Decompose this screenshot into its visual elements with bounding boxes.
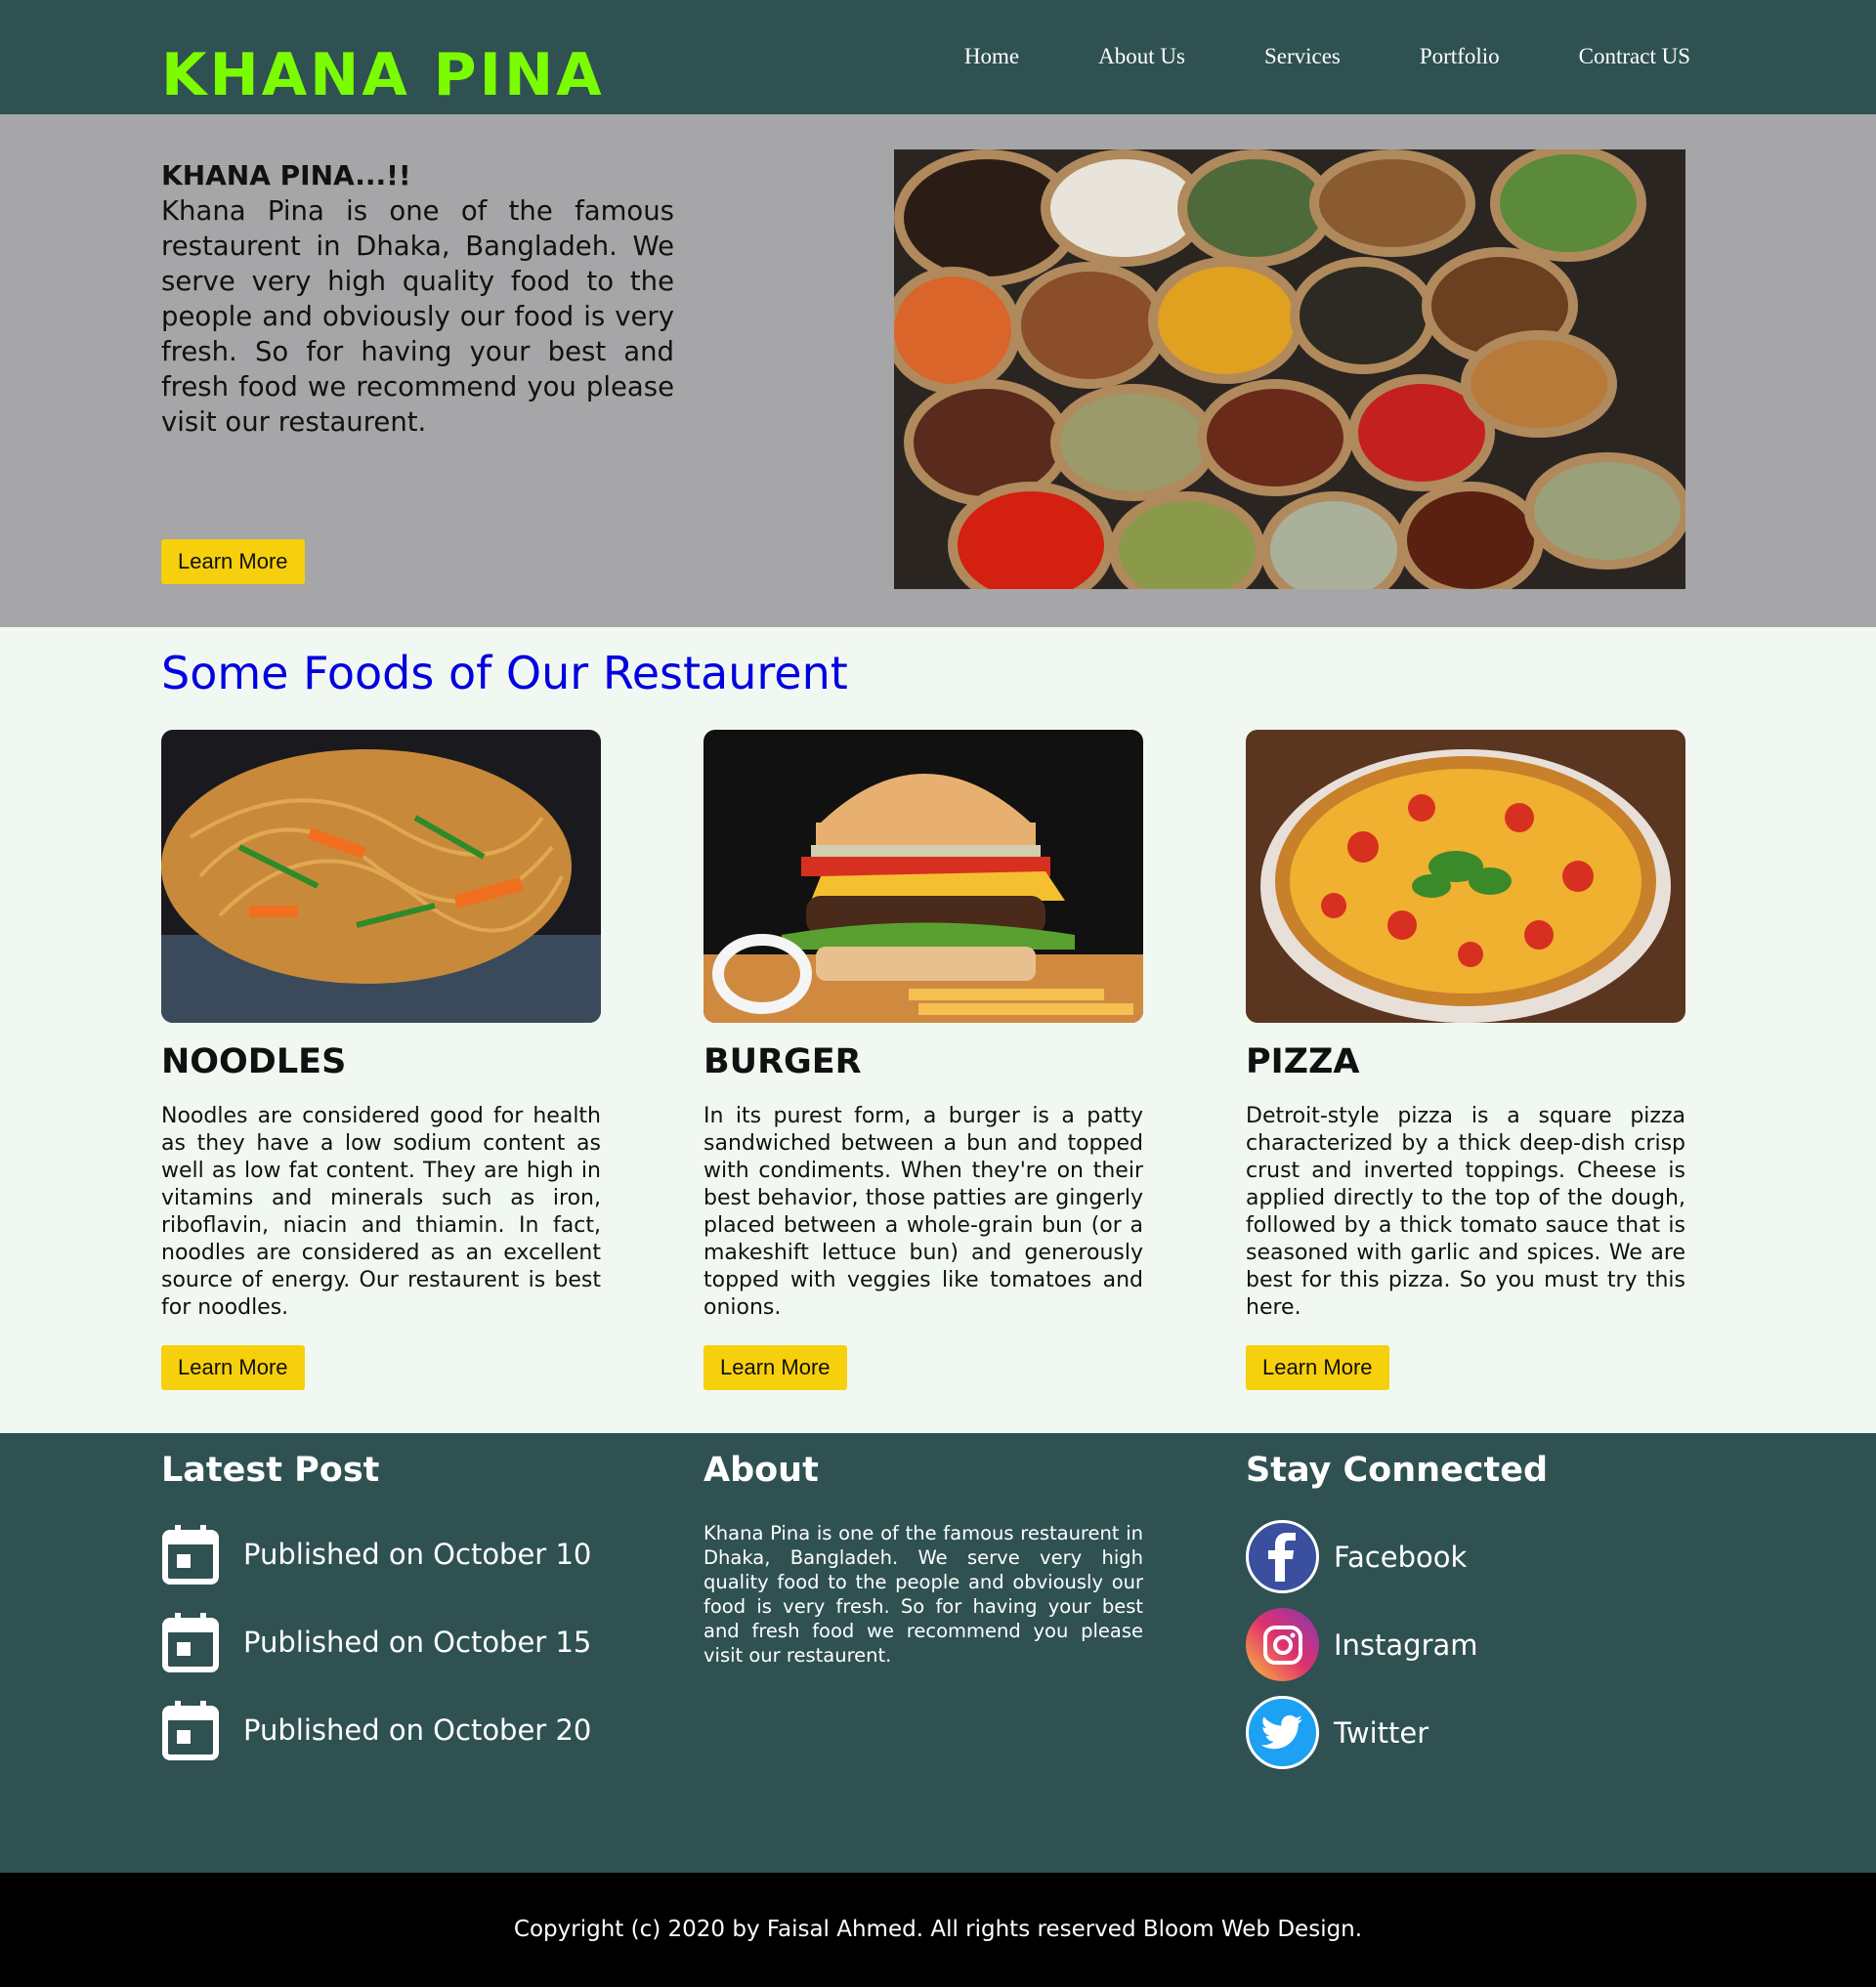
instagram-link[interactable]: Instagram (1246, 1608, 1478, 1681)
about-text: Khana Pina is one of the famous restaure… (704, 1522, 1143, 1667)
latest-post-item[interactable]: Published on October 10 (161, 1523, 591, 1585)
food-card-text: Detroit-style pizza is a square pizza ch… (1246, 1104, 1685, 1320)
facebook-icon (1246, 1520, 1319, 1593)
food-card-noodles: NOODLES Noodles are considered good for … (161, 730, 601, 1390)
site-footer: Latest Post Published on October 10 Publ… (0, 1433, 1876, 1873)
foods-section-title: Some Foods of Our Restaurent (161, 647, 848, 699)
calendar-icon (162, 1701, 219, 1760)
spices-image (894, 149, 1685, 589)
nav-services[interactable]: Services (1264, 39, 1341, 74)
pizza-learn-more-button[interactable]: Learn More (1246, 1345, 1389, 1390)
facebook-link[interactable]: Facebook (1246, 1520, 1467, 1593)
hero-title: KHANA PINA...!! (161, 159, 411, 191)
food-card-title: NOODLES (161, 1042, 347, 1081)
pizza-image (1246, 730, 1685, 1023)
latest-post-item[interactable]: Published on October 20 (161, 1699, 591, 1761)
instagram-icon (1246, 1608, 1319, 1681)
facebook-label: Facebook (1334, 1540, 1468, 1574)
about-title: About (704, 1451, 819, 1490)
burger-learn-more-button[interactable]: Learn More (704, 1345, 847, 1390)
nav-portfolio[interactable]: Portfolio (1420, 39, 1500, 74)
copyright-bar: Copyright (c) 2020 by Faisal Ahmed. All … (0, 1873, 1876, 1987)
copyright-text: Copyright (c) 2020 by Faisal Ahmed. All … (513, 1917, 1363, 1942)
main-nav: Home About Us Services Portfolio Contrac… (885, 39, 1690, 74)
latest-post-item[interactable]: Published on October 15 (161, 1611, 591, 1673)
post-date: Published on October 20 (243, 1713, 592, 1747)
latest-post-title: Latest Post (161, 1451, 380, 1490)
site-logo[interactable]: KHANA PINA (161, 35, 605, 115)
nav-about-us[interactable]: About Us (1098, 39, 1185, 74)
post-date: Published on October 15 (243, 1626, 592, 1659)
hero-text: Khana Pina is one of the famous restaure… (161, 195, 674, 438)
food-card-burger: BURGER In its purest form, a burger is a… (704, 730, 1143, 1390)
instagram-label: Instagram (1334, 1628, 1478, 1662)
post-date: Published on October 10 (243, 1538, 592, 1571)
site-header: KHANA PINA Home About Us Services Portfo… (0, 0, 1876, 114)
stay-connected-title: Stay Connected (1246, 1451, 1549, 1490)
twitter-label: Twitter (1334, 1715, 1429, 1750)
calendar-icon (162, 1525, 219, 1585)
nav-contact-us[interactable]: Contract US (1579, 39, 1690, 74)
food-card-text: Noodles are considered good for health a… (161, 1104, 601, 1320)
food-card-title: PIZZA (1246, 1042, 1360, 1081)
calendar-icon (162, 1613, 219, 1672)
hero-learn-more-button[interactable]: Learn More (161, 539, 305, 584)
nav-home[interactable]: Home (964, 39, 1019, 74)
twitter-icon (1246, 1696, 1319, 1769)
twitter-link[interactable]: Twitter (1246, 1696, 1428, 1769)
food-card-pizza: PIZZA Detroit-style pizza is a square pi… (1246, 730, 1685, 1390)
food-card-title: BURGER (704, 1042, 862, 1081)
noodles-image (161, 730, 601, 1023)
food-card-text: In its purest form, a burger is a patty … (704, 1104, 1143, 1320)
burger-image (704, 730, 1143, 1023)
noodles-learn-more-button[interactable]: Learn More (161, 1345, 305, 1390)
hero-section: KHANA PINA...!! Khana Pina is one of the… (0, 114, 1876, 627)
